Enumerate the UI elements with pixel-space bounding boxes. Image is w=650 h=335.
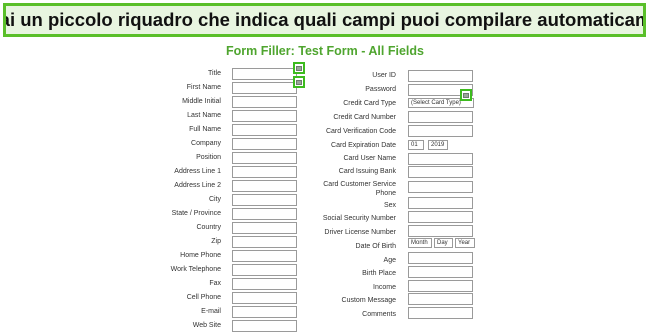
address-line-2-input[interactable] [232,180,297,192]
field-label-dob: Date Of Birth [355,243,396,250]
field-label-country: Country [196,224,221,231]
birth-place-input[interactable] [408,266,473,278]
zip-input[interactable] [232,236,297,248]
sex-input[interactable] [408,197,473,209]
comments-input[interactable] [408,307,473,319]
autofill-icon[interactable] [460,89,472,101]
field-label-card-number: Credit Card Number [333,114,396,121]
fax-input[interactable] [232,278,297,290]
field-label-driver-license: Driver License Number [324,229,396,236]
web-site-input[interactable] [232,320,297,332]
card-number-input[interactable] [408,111,473,123]
field-label-home-phone: Home Phone [180,252,221,259]
field-label-comments: Comments [362,311,396,318]
home-phone-input[interactable] [232,250,297,262]
field-label-company: Company [191,140,221,147]
field-label-title: Title [208,70,221,77]
email-input[interactable] [232,306,297,318]
middle-initial-input[interactable] [232,96,297,108]
field-label-work-telephone: Work Telephone [170,266,221,273]
last-name-input[interactable] [232,110,297,122]
field-label-full-name: Full Name [189,126,221,133]
city-input[interactable] [232,194,297,206]
field-label-birth-place: Birth Place [362,270,396,277]
field-label-cell-phone: Cell Phone [186,294,221,301]
card-issuing-bank-input[interactable] [408,166,473,178]
country-input[interactable] [232,222,297,234]
field-label-state: State / Province [171,210,221,217]
card-user-name-input[interactable] [408,153,473,165]
dob-year-select[interactable]: Year [455,238,475,248]
field-label-card-service-phone-1: Card Customer Service [323,181,396,188]
cell-phone-input[interactable] [232,292,297,304]
field-label-password: Password [365,86,396,93]
field-label-card-expiration: Card Expiration Date [331,142,396,149]
field-label-sex: Sex [383,202,396,209]
autofill-glyph [296,65,302,71]
card-verification-input[interactable] [408,125,473,137]
field-label-card-user-name: Card User Name [343,155,396,162]
field-label-address-line-1: Address Line 1 [174,168,221,175]
field-label-card-verification: Card Verification Code [325,128,396,135]
ssn-input[interactable] [408,211,473,223]
form-title: Form Filler: Test Form - All Fields [226,44,424,58]
full-name-input[interactable] [232,124,297,136]
dob-day-select[interactable]: Day [434,238,453,248]
work-telephone-input[interactable] [232,264,297,276]
company-input[interactable] [232,138,297,150]
banner-text: Vedrai un piccolo riquadro che indica qu… [6,9,643,30]
card-service-phone-input[interactable] [408,181,473,193]
field-label-card-issuing-bank: Card Issuing Bank [338,168,396,175]
exp-month-select[interactable]: 01 [408,140,424,150]
field-label-last-name: Last Name [187,112,221,119]
field-label-user-id: User ID [372,72,396,79]
field-label-fax: Fax [209,280,221,287]
autofill-glyph [463,92,469,98]
income-input[interactable] [408,280,473,292]
field-label-ssn: Social Security Number [322,215,396,222]
driver-license-input[interactable] [408,225,473,237]
custom-message-input[interactable] [408,293,473,305]
state-input[interactable] [232,208,297,220]
field-label-web-site: Web Site [192,322,221,329]
dob-month-select[interactable]: Month [408,238,432,248]
info-banner: Vedrai un piccolo riquadro che indica qu… [3,3,646,37]
position-input[interactable] [232,152,297,164]
first-name-input[interactable] [232,82,297,94]
field-label-card-service-phone-2: Phone [375,190,396,197]
field-label-custom-message: Custom Message [341,297,396,304]
field-label-first-name: First Name [186,84,221,91]
address-line-1-input[interactable] [232,166,297,178]
field-label-position: Position [196,154,221,161]
field-label-card-type: Credit Card Type [343,100,396,107]
field-label-zip: Zip [211,238,221,245]
field-label-middle-initial: Middle Initial [182,98,221,105]
exp-year-select[interactable]: 2019 [428,140,448,150]
field-label-email: E-mail [201,308,221,315]
field-label-age: Age [383,257,396,264]
age-input[interactable] [408,252,473,264]
field-label-income: Income [373,284,396,291]
field-label-address-line-2: Address Line 2 [174,182,221,189]
title-input[interactable] [232,68,297,80]
autofill-glyph [296,79,302,85]
field-label-city: City [208,196,221,203]
user-id-input[interactable] [408,70,473,82]
